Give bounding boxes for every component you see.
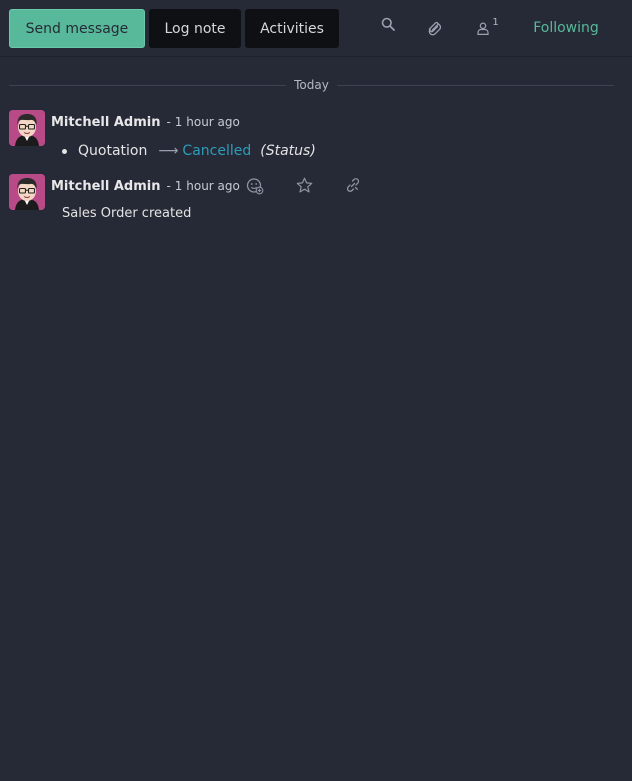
send-message-button[interactable]: Send message <box>9 9 145 48</box>
search-button[interactable] <box>374 6 402 42</box>
separator-line <box>9 84 287 86</box>
header-separator: - <box>166 115 171 129</box>
message-header: Mitchell Admin - 1 hour ago <box>51 113 240 131</box>
message-header: Mitchell Admin - 1 hour ago <box>51 177 240 195</box>
attachments-button[interactable] <box>420 10 448 46</box>
avatar[interactable] <box>9 110 45 146</box>
chatter-topbar: Send message Log note Activities 1 Follo… <box>0 0 632 57</box>
star-button[interactable] <box>294 175 314 195</box>
tracking-field-name: (Status) <box>260 143 316 159</box>
followers-count: 1 <box>492 16 499 28</box>
activities-button[interactable]: Activities <box>245 9 339 48</box>
add-reaction-button[interactable] <box>245 176 265 196</box>
avatar-image <box>9 174 45 210</box>
date-separator: Today <box>9 77 614 93</box>
separator-line <box>336 84 614 86</box>
message-time: 1 hour ago <box>174 115 240 129</box>
bullet <box>62 148 67 154</box>
search-icon <box>381 17 395 31</box>
tracking-new-value: Cancelled <box>182 143 252 159</box>
user-icon <box>477 21 489 35</box>
link-button[interactable] <box>343 175 363 195</box>
avatar[interactable] <box>9 174 45 210</box>
tracking-value: Quotation ⟶ Cancelled (Status) <box>62 142 316 160</box>
message-time: 1 hour ago <box>174 179 240 193</box>
followers-button[interactable]: 1 <box>472 10 504 46</box>
author-name[interactable]: Mitchell Admin <box>51 115 160 130</box>
paperclip-icon <box>428 21 441 36</box>
following-button[interactable]: Following <box>520 10 612 46</box>
link-icon <box>346 178 360 192</box>
arrow-right-icon: ⟶ <box>158 143 179 159</box>
star-icon <box>296 177 312 192</box>
add-reaction-icon <box>246 178 264 195</box>
message-body: Sales Order created <box>62 206 192 221</box>
header-separator: - <box>166 179 171 193</box>
avatar-image <box>9 110 45 146</box>
log-note-button[interactable]: Log note <box>149 9 241 48</box>
author-name[interactable]: Mitchell Admin <box>51 179 160 194</box>
tracking-old-value: Quotation <box>78 143 148 159</box>
date-label: Today <box>294 78 329 92</box>
